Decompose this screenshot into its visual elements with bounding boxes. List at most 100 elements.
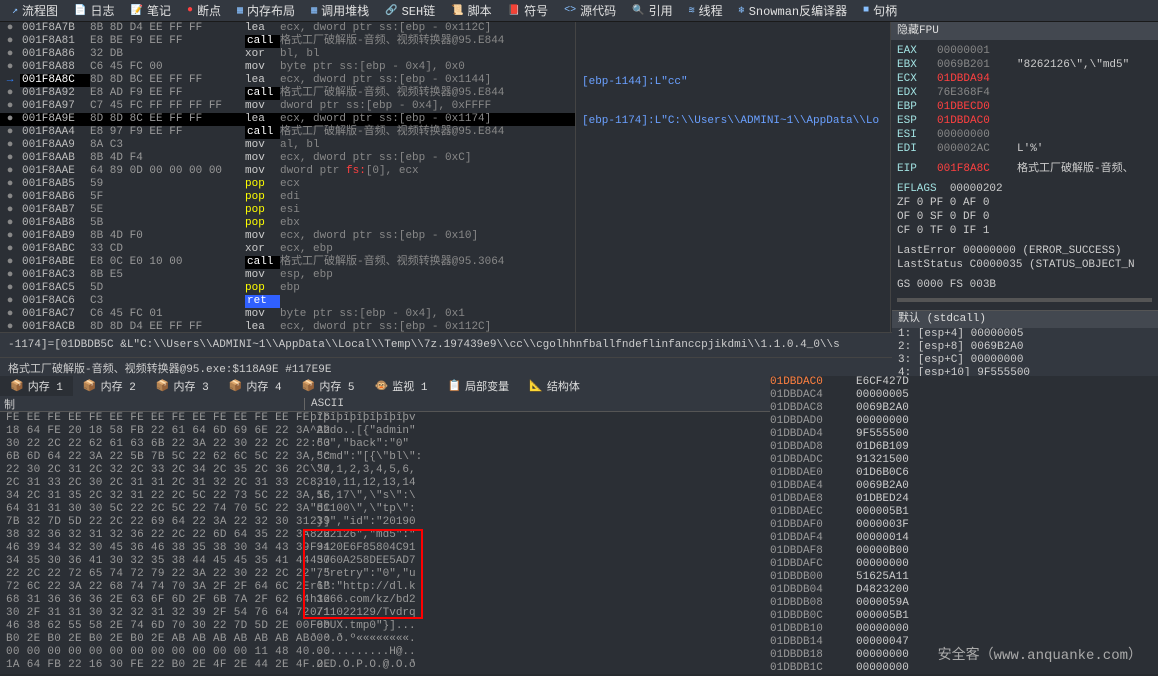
stack-row[interactable]: 01DBDB04D4823200 xyxy=(770,584,1158,597)
call-convention-header[interactable]: 默认 (stdcall) xyxy=(892,311,1158,328)
cpu-row[interactable]: ●001F8AB65Fpopedi xyxy=(0,191,575,204)
stack-row[interactable]: 01DBDAC0E6CF427D xyxy=(770,376,1158,389)
cpu-row[interactable]: ●001F8A92E8 AD F9 EE FFcall格式工厂破解版-音频、视频… xyxy=(0,87,575,100)
toolbar-流程图[interactable]: ↗流程图 xyxy=(4,0,66,21)
dump-row[interactable]: 30 22 2C 22 62 61 63 6B 22 3A 22 30 22 2… xyxy=(0,438,770,451)
dump-row[interactable]: 30 2F 31 31 30 32 32 31 32 39 2F 54 76 6… xyxy=(0,607,770,620)
stack-row[interactable]: 01DBDAFC00000000 xyxy=(770,558,1158,571)
fpu-toggle[interactable]: 隐藏FPU xyxy=(891,22,1158,40)
toolbar-日志[interactable]: 📄日志 xyxy=(66,0,122,21)
dump-tab-3[interactable]: 📦内存 4 xyxy=(219,376,292,396)
cpu-row[interactable]: ●001F8A9E8D 8D 8C EE FF FFleaecx, dword … xyxy=(0,113,575,126)
reg-EDI[interactable]: EDI000002ACL'%' xyxy=(897,142,1152,156)
stack-panel[interactable]: 01DBDAC0E6CF427D01DBDAC40000000501DBDAC8… xyxy=(770,376,1158,674)
reg-ECX[interactable]: ECX01DBDA94 xyxy=(897,72,1152,86)
cpu-disasm-panel[interactable]: ●001F8A7B8B 8D D4 EE FF FFleaecx, dword … xyxy=(0,22,576,332)
dump-rows[interactable]: FE EE FE EE FE EE FE EE FE EE FE EE FE E… xyxy=(0,412,770,672)
stack-row[interactable]: 01DBDAC400000005 xyxy=(770,389,1158,402)
dump-row[interactable]: 22 2C 22 72 65 74 72 79 22 3A 22 30 22 2… xyxy=(0,568,770,581)
toolbar-脚本[interactable]: 📜脚本 xyxy=(443,0,499,21)
cpu-row[interactable]: ●001F8AA98A C3moval, bl xyxy=(0,139,575,152)
dump-tab-7[interactable]: 📐结构体 xyxy=(519,376,590,396)
stack-row[interactable]: 01DBDAE001D6B0C6 xyxy=(770,467,1158,480)
cpu-row[interactable]: ●001F8AB98B 4D F0movecx, dword ptr ss:[e… xyxy=(0,230,575,243)
toolbar-SEH链[interactable]: 🔗SEH链 xyxy=(377,0,443,21)
cpu-row[interactable]: ●001F8ABEE8 0C E0 10 00call格式工厂破解版-音频、视频… xyxy=(0,256,575,269)
cpu-row[interactable]: ●001F8A81E8 BE F9 EE FFcall格式工厂破解版-音频、视频… xyxy=(0,35,575,48)
cpu-row[interactable]: ●001F8A8632 DBxorbl, bl xyxy=(0,48,575,61)
cpu-row[interactable]: ●001F8A97C7 45 FC FF FF FF FFmovdword pt… xyxy=(0,100,575,113)
cpu-row[interactable]: ●001F8AC7C6 45 FC 01movbyte ptr ss:[ebp … xyxy=(0,308,575,321)
dump-row[interactable]: 46 39 34 32 30 45 36 46 38 35 38 30 34 4… xyxy=(0,542,770,555)
toolbar-符号[interactable]: 📕符号 xyxy=(500,0,556,21)
dump-row[interactable]: 6B 6D 64 22 3A 22 5B 7B 5C 22 62 6C 5C 2… xyxy=(0,451,770,464)
dump-tab-6[interactable]: 📋局部变量 xyxy=(437,376,519,396)
cpu-row[interactable]: ●001F8A88C6 45 FC 00movbyte ptr ss:[ebp … xyxy=(0,61,575,74)
toolbar-句柄[interactable]: ■句柄 xyxy=(855,0,905,21)
dump-row[interactable]: 34 2C 31 35 2C 32 31 22 2C 5C 22 73 5C 2… xyxy=(0,490,770,503)
reg-ESP[interactable]: ESP01DBDAC0 xyxy=(897,114,1152,128)
stack-row[interactable]: 01DBDAD000000000 xyxy=(770,415,1158,428)
reg-EBP[interactable]: EBP01DBECD0 xyxy=(897,100,1152,114)
stack-row[interactable]: 01DBDB0C000005B1 xyxy=(770,610,1158,623)
toolbar-源代码[interactable]: <>源代码 xyxy=(556,0,624,21)
cpu-row[interactable]: ●001F8AB85Bpopebx xyxy=(0,217,575,230)
dump-row[interactable]: B0 2E B0 2E B0 2E B0 2E AB AB AB AB AB A… xyxy=(0,633,770,646)
stack-row[interactable]: 01DBDAE801DBED24 xyxy=(770,493,1158,506)
cpu-row[interactable]: ●001F8AAB8B 4D F4movecx, dword ptr ss:[e… xyxy=(0,152,575,165)
dump-tab-1[interactable]: 📦内存 2 xyxy=(73,376,146,396)
toolbar-引用[interactable]: 🔍引用 xyxy=(624,0,680,21)
reg-EAX[interactable]: EAX00000001 xyxy=(897,44,1152,58)
stack-row[interactable]: 01DBDB0051625A11 xyxy=(770,571,1158,584)
cpu-row[interactable]: ●001F8AC55Dpopebp xyxy=(0,282,575,295)
cpu-row[interactable]: ●001F8ACB8D 8D D4 EE FF FFleaecx, dword … xyxy=(0,321,575,332)
cpu-row[interactable]: ●001F8AB559popecx xyxy=(0,178,575,191)
cpu-row[interactable]: →001F8A8C8D 8D BC EE FF FFleaecx, dword … xyxy=(0,74,575,87)
dump-row[interactable]: 38 32 36 32 31 32 36 22 2C 22 6D 64 35 2… xyxy=(0,529,770,542)
stack-row[interactable]: 01DBDAE40069B2A0 xyxy=(770,480,1158,493)
cpu-row[interactable]: ●001F8AB75Epopesi xyxy=(0,204,575,217)
cpu-row[interactable]: ●001F8AC38B E5movesp, ebp xyxy=(0,269,575,282)
toolbar-Snowman反编译器[interactable]: ❄Snowman反编译器 xyxy=(731,0,855,21)
stack-row[interactable]: 01DBDB080000059A xyxy=(770,597,1158,610)
toolbar-线程[interactable]: ≋线程 xyxy=(681,0,731,21)
toolbar-内存布局[interactable]: ▦内存布局 xyxy=(229,0,303,21)
dump-row[interactable]: FE EE FE EE FE EE FE EE FE EE FE EE FE E… xyxy=(0,412,770,425)
stack-row[interactable]: 01DBDAF800000B00 xyxy=(770,545,1158,558)
dump-row[interactable]: 18 64 FE 20 18 58 FB 22 61 64 6D 69 6E 2… xyxy=(0,425,770,438)
stack-row[interactable]: 01DBDAF400000014 xyxy=(770,532,1158,545)
reg-EBX[interactable]: EBX0069B201"8262126\",\"md5" xyxy=(897,58,1152,72)
dump-tab-4[interactable]: 📦内存 5 xyxy=(292,376,365,396)
cpu-row[interactable]: ●001F8AAE64 89 0D 00 00 00 00movdword pt… xyxy=(0,165,575,178)
toolbar-断点[interactable]: ●断点 xyxy=(179,0,229,21)
dump-tab-5[interactable]: 🐵监视 1 xyxy=(365,376,438,396)
stack-row[interactable]: 01DBDAD49F555500 xyxy=(770,428,1158,441)
dump-row[interactable]: 46 38 62 55 58 2E 74 6D 70 30 22 7D 5D 2… xyxy=(0,620,770,633)
registers-panel[interactable]: 隐藏FPU EAX00000001EBX0069B201"8262126\",\… xyxy=(891,22,1158,332)
dump-row[interactable]: 68 31 36 36 36 2E 63 6F 6D 2F 6B 7A 2F 6… xyxy=(0,594,770,607)
dump-row[interactable]: 34 35 30 36 41 30 32 35 38 44 45 45 35 4… xyxy=(0,555,770,568)
reg-EDX[interactable]: EDX76E368F4 xyxy=(897,86,1152,100)
dump-row[interactable]: 64 31 31 30 30 5C 22 2C 5C 22 74 70 5C 2… xyxy=(0,503,770,516)
toolbar-调用堆栈[interactable]: ▦调用堆栈 xyxy=(303,0,377,21)
stack-row[interactable]: 01DBDADC91321500 xyxy=(770,454,1158,467)
stack-row[interactable]: 01DBDAD801D6B109 xyxy=(770,441,1158,454)
dump-row[interactable]: 1A 64 FB 22 16 30 FE 22 B0 2E 4F 2E 44 2… xyxy=(0,659,770,672)
dump-row[interactable]: 72 6C 22 3A 22 68 74 74 70 3A 2F 2F 64 6… xyxy=(0,581,770,594)
dump-row[interactable]: 22 30 2C 31 2C 32 2C 33 2C 34 2C 35 2C 3… xyxy=(0,464,770,477)
stack-row[interactable]: 01DBDAEC000005B1 xyxy=(770,506,1158,519)
dump-row[interactable]: 00 00 00 00 00 00 00 00 00 00 00 00 11 4… xyxy=(0,646,770,659)
dump-row[interactable]: 2C 31 33 2C 30 2C 31 31 2C 31 32 2C 31 3… xyxy=(0,477,770,490)
stack-row[interactable]: 01DBDB1000000000 xyxy=(770,623,1158,636)
toolbar-笔记[interactable]: 📝笔记 xyxy=(123,0,179,21)
cpu-row[interactable]: ●001F8AC6C3ret xyxy=(0,295,575,308)
cpu-row[interactable]: ●001F8A7B8B 8D D4 EE FF FFleaecx, dword … xyxy=(0,22,575,35)
dump-panel[interactable]: 📦内存 1📦内存 2📦内存 3📦内存 4📦内存 5🐵监视 1📋局部变量📐结构体 … xyxy=(0,376,770,674)
dump-row[interactable]: 7B 32 7D 5D 22 2C 22 69 64 22 3A 22 32 3… xyxy=(0,516,770,529)
reg-ESI[interactable]: ESI00000000 xyxy=(897,128,1152,142)
dump-tab-0[interactable]: 📦内存 1 xyxy=(0,376,73,396)
stack-row[interactable]: 01DBDAF00000003F xyxy=(770,519,1158,532)
dump-tab-2[interactable]: 📦内存 3 xyxy=(146,376,219,396)
cpu-row[interactable]: ●001F8AA4E8 97 F9 EE FFcall格式工厂破解版-音频、视频… xyxy=(0,126,575,139)
cpu-row[interactable]: ●001F8ABC33 CDxorecx, ebp xyxy=(0,243,575,256)
